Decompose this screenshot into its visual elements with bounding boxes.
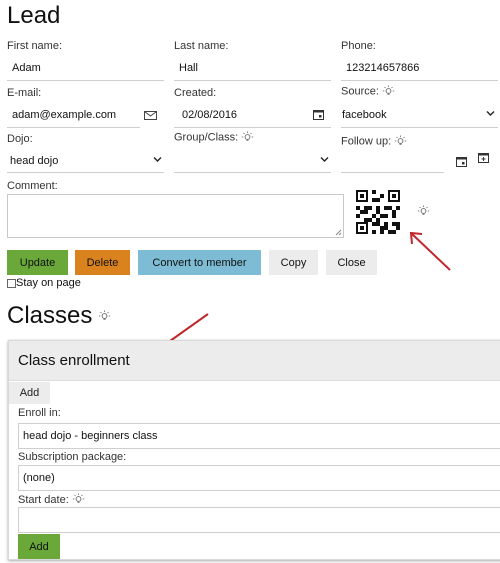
group-class-label: Group/Class:: [174, 131, 254, 144]
chevron-down-icon[interactable]: [320, 156, 329, 163]
enroll-in-value: head dojo - beginners class: [23, 430, 158, 442]
close-button[interactable]: Close: [326, 250, 377, 275]
source-underline: [341, 127, 498, 128]
dojo-underline: [7, 172, 164, 173]
enroll-in-label: Enroll in:: [18, 407, 61, 419]
follow-up-label-text: Follow up:: [341, 135, 392, 148]
stay-on-page-checkbox[interactable]: [7, 278, 16, 288]
start-date-label: Start date:: [18, 493, 85, 506]
first-name-underline: [7, 80, 164, 81]
bulb-icon[interactable]: [417, 205, 430, 218]
bulb-icon[interactable]: [394, 135, 407, 148]
panel-title: Class enrollment: [18, 352, 130, 369]
created-input[interactable]: 02/08/2016: [182, 109, 237, 121]
dojo-label: Dojo:: [7, 133, 33, 145]
email-label: E-mail:: [7, 87, 42, 99]
phone-underline: [341, 80, 498, 81]
chevron-down-icon[interactable]: [153, 156, 162, 163]
phone-label: Phone:: [341, 40, 376, 52]
comment-textarea[interactable]: [7, 194, 344, 238]
subscription-label: Subscription package:: [18, 451, 127, 463]
follow-up-label: Follow up:: [341, 135, 407, 148]
last-name-label: Last name:: [174, 40, 229, 52]
group-class-label-text: Group/Class:: [174, 131, 239, 144]
bulb-icon[interactable]: [72, 493, 85, 506]
source-label: Source:: [341, 85, 395, 98]
dojo-select[interactable]: head dojo: [10, 155, 58, 167]
bulb-icon[interactable]: [241, 131, 254, 144]
calendar-icon[interactable]: [456, 156, 467, 167]
first-name-input[interactable]: Adam: [12, 62, 41, 74]
qr-code-icon[interactable]: [356, 190, 400, 234]
arrow-annotation: [409, 231, 451, 271]
comment-label: Comment:: [7, 180, 58, 192]
convert-to-member-button[interactable]: Convert to member: [138, 250, 261, 275]
delete-button[interactable]: Delete: [75, 250, 130, 275]
add-tab[interactable]: Add: [9, 382, 50, 404]
email-input[interactable]: adam@example.com: [12, 109, 116, 121]
calendar-plus-icon[interactable]: [478, 152, 489, 163]
subscription-select[interactable]: (none): [18, 465, 500, 491]
last-name-underline: [174, 80, 331, 81]
source-select[interactable]: facebook: [342, 109, 387, 121]
email-underline: [7, 127, 140, 128]
stay-on-page-row[interactable]: Stay on page: [7, 277, 81, 289]
chevron-down-icon[interactable]: [486, 110, 495, 117]
classes-title: Classes: [7, 302, 93, 329]
created-label: Created:: [174, 87, 217, 99]
class-enrollment-panel: Class enrollment Add Enroll in: head doj…: [8, 340, 500, 560]
group-class-underline: [174, 172, 331, 173]
panel-header: Class enrollment: [9, 341, 500, 381]
update-button[interactable]: Update: [7, 250, 68, 275]
bulb-icon[interactable]: [98, 310, 111, 323]
classes-heading: Classes: [7, 302, 111, 330]
page-title: Lead: [7, 2, 61, 29]
enroll-in-select[interactable]: head dojo - beginners class: [18, 423, 500, 449]
start-date-label-text: Start date:: [18, 493, 69, 506]
calendar-icon[interactable]: [313, 109, 324, 120]
created-underline: [174, 127, 331, 128]
stay-on-page-label: Stay on page: [16, 277, 81, 289]
start-date-input[interactable]: [18, 507, 500, 533]
phone-input[interactable]: 123214657866: [346, 62, 419, 74]
subscription-value: (none): [23, 472, 55, 484]
copy-button[interactable]: Copy: [269, 250, 318, 275]
source-label-text: Source:: [341, 85, 379, 98]
follow-up-underline: [341, 172, 444, 173]
first-name-label: First name:: [7, 40, 63, 52]
resize-handle-icon[interactable]: [335, 229, 342, 236]
bulb-icon[interactable]: [382, 85, 395, 98]
last-name-input[interactable]: Hall: [179, 62, 198, 74]
mail-icon[interactable]: [144, 110, 157, 121]
add-enrollment-button[interactable]: Add: [18, 534, 60, 559]
